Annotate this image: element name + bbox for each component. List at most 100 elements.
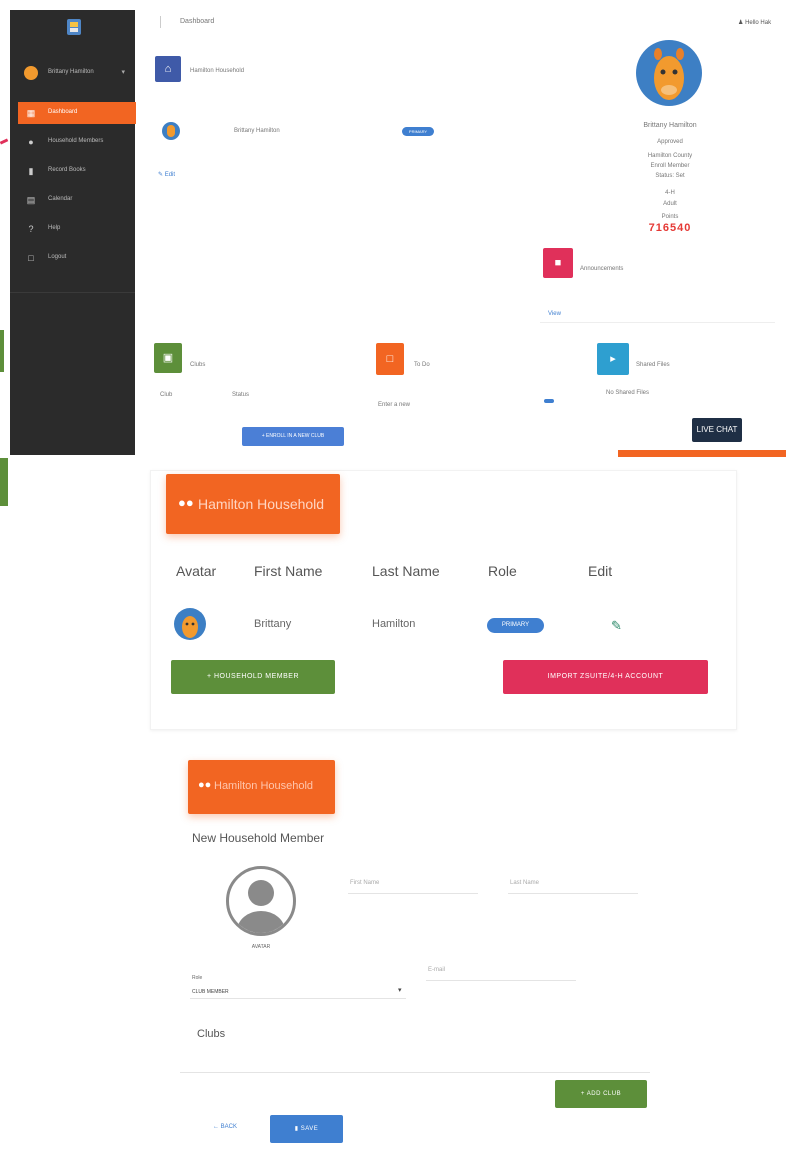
new-member-card-title: Hamilton Household [214,780,314,792]
divider [180,1072,650,1073]
user-icon: ♟ [738,20,744,26]
sidebar-item-label: Logout [48,254,67,260]
profile-county: Hamilton County [647,153,693,159]
sidebar-item-logout[interactable]: □ Logout [18,247,136,269]
megaphone-icon: ■ [554,257,562,269]
profile-status: Approved [657,139,683,145]
profile-avatar [636,40,702,106]
clipboard-icon: □ [386,353,394,365]
enroll-club-button[interactable]: + ENROLL IN A NEW CLUB [242,427,344,446]
avatar-label: AVATAR [251,944,271,950]
role-label: Role [192,975,203,981]
household-title-card: ●● Hamilton Household [166,474,340,534]
chat-bar[interactable] [618,450,786,457]
member-avatar [162,122,180,140]
back-button-label: BACK [220,1124,238,1130]
email-field[interactable]: E-mail [428,967,445,973]
sidebar-item-calendar[interactable]: ▤ Calendar [18,189,136,211]
sidebar: Brittany Hamilton ▾ ▦ Dashboard ● Househ… [10,10,136,455]
sidebar-item-label: Dashboard [48,109,78,115]
user-menu[interactable]: Brittany Hamilton ▾ [18,60,133,90]
profile-role: 4-H [665,190,675,196]
arrow-left-icon: ← [213,1124,219,1130]
shared-files-icon-tile: ▸ [597,343,629,375]
profile-name: Brittany Hamilton [643,122,697,129]
announcements-icon-tile: ■ [543,248,573,278]
todo-add-icon[interactable] [544,399,554,403]
clubs-heading: Clubs [197,1028,226,1040]
household-card-icon: ⌂ [155,56,181,82]
member-last-name: Hamilton [372,618,416,630]
sidebar-item-record-books[interactable]: ▮ Record Books [18,160,136,182]
profile-points: 716540 [648,222,692,234]
clubs-icon-tile: ▣ [154,343,182,373]
member-first-name: Brittany [254,618,292,630]
todo-title: To Do [414,362,430,368]
column-header-first-name: First Name [254,563,323,579]
person-icon [237,880,285,933]
logo-icon [67,19,81,35]
column-header-role: Role [488,563,517,579]
left-edge-tab [0,330,4,372]
sidebar-item-dashboard[interactable]: ▦ Dashboard [18,102,136,124]
account-label: Hello Hak [745,20,772,26]
profile-status-line: Status: Set [655,173,685,179]
sidebar-item-label: Help [48,225,61,231]
sidebar-item-help[interactable]: ? Help [18,218,136,240]
back-button[interactable]: ← BACK [213,1124,237,1130]
live-chat-button[interactable]: LIVE CHAT [692,418,742,442]
member-name: Brittany Hamilton [234,128,280,134]
clubs-col-status: Status [232,392,250,398]
save-button[interactable]: ▮ SAVE [270,1115,343,1143]
user-name: Brittany Hamilton [48,69,94,75]
shared-files-empty: No Shared Files [606,390,650,396]
user-avatar [24,66,38,80]
sidebar-divider [10,292,135,293]
announcements-view-link[interactable]: View [548,311,561,317]
add-club-button[interactable]: + ADD CLUB [555,1080,647,1108]
avatar-upload[interactable] [226,866,296,936]
calendar-icon: ▤ [26,195,36,205]
users-icon: ●● [178,495,194,510]
logout-icon: □ [28,253,34,263]
edit-household-link[interactable]: ✎ Edit [158,171,175,178]
help-icon: ? [28,224,34,234]
annotation-arrow-icon [0,138,9,145]
role-select[interactable]: CLUB MEMBER [192,989,229,995]
household-card-title: Hamilton Household [190,68,245,74]
sidebar-item-label: Record Books [48,167,86,173]
add-household-member-button[interactable]: + HOUSEHOLD MEMBER [171,660,335,694]
chevron-down-icon[interactable]: ▾ [398,986,402,994]
form-heading: New Household Member [192,831,325,845]
profile-points-label: Points [661,214,679,220]
profile-enroll-line: Enroll Member [650,163,690,169]
divider [160,16,161,28]
import-account-button[interactable]: IMPORT ZSUITE/4-H ACCOUNT [503,660,708,694]
clubs-icon: ▣ [162,352,174,364]
pencil-icon[interactable]: ✎ [611,618,622,634]
member-role-badge: PRIMARY [487,618,544,633]
clubs-title: Clubs [190,362,206,368]
household-title: Hamilton Household [198,496,325,512]
first-name-field[interactable]: First Name [350,880,379,886]
grid-icon: ▦ [26,108,36,118]
clubs-col-club: Club [160,392,173,398]
role-underline [190,998,406,999]
last-name-field[interactable]: Last Name [510,880,539,886]
users-icon: ● [28,137,34,147]
book-icon: ▮ [28,166,34,176]
todo-text: Enter a new [378,402,411,408]
account-menu[interactable]: ♟ Hello Hak [738,19,771,26]
users-icon: ●● [198,779,212,791]
profile-grade: Adult [663,201,677,207]
new-member-title-card: ●● Hamilton Household [188,760,335,814]
announcements-title: Announcements [580,266,624,272]
email-underline [426,980,576,981]
home-icon: ⌂ [164,63,172,75]
divider [540,322,775,323]
todo-icon-tile: □ [376,343,404,375]
member-avatar [174,608,206,640]
breadcrumb[interactable]: Dashboard [180,18,214,25]
sidebar-item-household-members[interactable]: ● Household Members [18,131,136,153]
last-name-underline [508,893,638,894]
